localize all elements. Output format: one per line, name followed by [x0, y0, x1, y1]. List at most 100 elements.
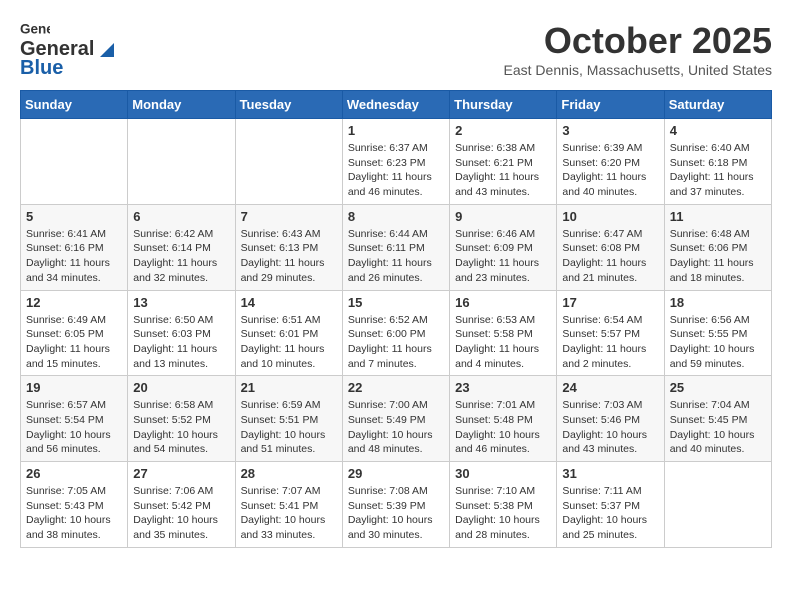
- calendar-cell: [664, 462, 771, 548]
- day-info: Sunrise: 6:42 AM Sunset: 6:14 PM Dayligh…: [133, 227, 229, 286]
- day-info: Sunrise: 7:10 AM Sunset: 5:38 PM Dayligh…: [455, 484, 551, 543]
- day-number: 7: [241, 209, 337, 224]
- day-info: Sunrise: 6:46 AM Sunset: 6:09 PM Dayligh…: [455, 227, 551, 286]
- calendar-cell: 16 Sunrise: 6:53 AM Sunset: 5:58 PM Dayli…: [450, 290, 557, 376]
- calendar-cell: 10Sunrise: 6:47 AM Sunset: 6:08 PM Dayli…: [557, 204, 664, 290]
- calendar-week-2: 5 Sunrise: 6:41 AM Sunset: 6:16 PM Daylig…: [21, 204, 772, 290]
- weekday-header-thursday: Thursday: [450, 91, 557, 119]
- weekday-header-friday: Friday: [557, 91, 664, 119]
- day-number: 30: [455, 466, 551, 481]
- calendar-week-1: 1 Sunrise: 6:37 AM Sunset: 6:23 PM Daylig…: [21, 119, 772, 205]
- day-number: 12: [26, 295, 122, 310]
- day-info: Sunrise: 6:48 AM Sunset: 6:06 PM Dayligh…: [670, 227, 766, 286]
- day-number: 2: [455, 123, 551, 138]
- logo-blue: Blue: [20, 57, 63, 80]
- weekday-header-sunday: Sunday: [21, 91, 128, 119]
- day-number: 17: [562, 295, 658, 310]
- calendar-cell: 19 Sunrise: 6:57 AM Sunset: 5:54 PM Dayli…: [21, 376, 128, 462]
- day-number: 16: [455, 295, 551, 310]
- day-number: 21: [241, 380, 337, 395]
- day-number: 14: [241, 295, 337, 310]
- calendar-week-4: 19 Sunrise: 6:57 AM Sunset: 5:54 PM Dayli…: [21, 376, 772, 462]
- weekday-header-wednesday: Wednesday: [342, 91, 449, 119]
- day-number: 22: [348, 380, 444, 395]
- day-info: Sunrise: 7:01 AM Sunset: 5:48 PM Dayligh…: [455, 398, 551, 457]
- day-number: 23: [455, 380, 551, 395]
- day-number: 5: [26, 209, 122, 224]
- weekday-header-saturday: Saturday: [664, 91, 771, 119]
- day-number: 11: [670, 209, 766, 224]
- day-info: Sunrise: 7:07 AM Sunset: 5:41 PM Dayligh…: [241, 484, 337, 543]
- day-number: 31: [562, 466, 658, 481]
- day-info: Sunrise: 6:54 AM Sunset: 5:57 PM Dayligh…: [562, 313, 658, 372]
- weekday-header-row: SundayMondayTuesdayWednesdayThursdayFrid…: [21, 91, 772, 119]
- day-info: Sunrise: 6:57 AM Sunset: 5:54 PM Dayligh…: [26, 398, 122, 457]
- calendar-cell: 17 Sunrise: 6:54 AM Sunset: 5:57 PM Dayli…: [557, 290, 664, 376]
- day-info: Sunrise: 6:56 AM Sunset: 5:55 PM Dayligh…: [670, 313, 766, 372]
- calendar-cell: 7 Sunrise: 6:43 AM Sunset: 6:13 PM Daylig…: [235, 204, 342, 290]
- day-info: Sunrise: 7:04 AM Sunset: 5:45 PM Dayligh…: [670, 398, 766, 457]
- day-number: 10: [562, 209, 658, 224]
- day-info: Sunrise: 6:49 AM Sunset: 6:05 PM Dayligh…: [26, 313, 122, 372]
- calendar-cell: 28 Sunrise: 7:07 AM Sunset: 5:41 PM Dayli…: [235, 462, 342, 548]
- calendar-cell: 5 Sunrise: 6:41 AM Sunset: 6:16 PM Daylig…: [21, 204, 128, 290]
- day-number: 26: [26, 466, 122, 481]
- day-info: Sunrise: 7:03 AM Sunset: 5:46 PM Dayligh…: [562, 398, 658, 457]
- calendar-cell: 4 Sunrise: 6:40 AM Sunset: 6:18 PM Daylig…: [664, 119, 771, 205]
- calendar-cell: 22Sunrise: 7:00 AM Sunset: 5:49 PM Dayli…: [342, 376, 449, 462]
- calendar-cell: 2 Sunrise: 6:38 AM Sunset: 6:21 PM Daylig…: [450, 119, 557, 205]
- calendar-cell: 24Sunrise: 7:03 AM Sunset: 5:46 PM Dayli…: [557, 376, 664, 462]
- day-info: Sunrise: 6:41 AM Sunset: 6:16 PM Dayligh…: [26, 227, 122, 286]
- day-info: Sunrise: 6:37 AM Sunset: 6:23 PM Dayligh…: [348, 141, 444, 200]
- calendar-cell: 12 Sunrise: 6:49 AM Sunset: 6:05 PM Dayli…: [21, 290, 128, 376]
- svg-text:General: General: [20, 22, 50, 37]
- day-number: 1: [348, 123, 444, 138]
- day-info: Sunrise: 6:38 AM Sunset: 6:21 PM Dayligh…: [455, 141, 551, 200]
- calendar-cell: 25 Sunrise: 7:04 AM Sunset: 5:45 PM Dayli…: [664, 376, 771, 462]
- calendar-cell: 23 Sunrise: 7:01 AM Sunset: 5:48 PM Dayli…: [450, 376, 557, 462]
- calendar-cell: 20Sunrise: 6:58 AM Sunset: 5:52 PM Dayli…: [128, 376, 235, 462]
- day-number: 9: [455, 209, 551, 224]
- day-number: 20: [133, 380, 229, 395]
- calendar-cell: 15Sunrise: 6:52 AM Sunset: 6:00 PM Dayli…: [342, 290, 449, 376]
- day-info: Sunrise: 6:51 AM Sunset: 6:01 PM Dayligh…: [241, 313, 337, 372]
- calendar-cell: 29 Sunrise: 7:08 AM Sunset: 5:39 PM Dayli…: [342, 462, 449, 548]
- day-info: Sunrise: 7:08 AM Sunset: 5:39 PM Dayligh…: [348, 484, 444, 543]
- day-info: Sunrise: 6:53 AM Sunset: 5:58 PM Dayligh…: [455, 313, 551, 372]
- calendar-cell: 26 Sunrise: 7:05 AM Sunset: 5:43 PM Dayli…: [21, 462, 128, 548]
- calendar-cell: [235, 119, 342, 205]
- day-info: Sunrise: 7:11 AM Sunset: 5:37 PM Dayligh…: [562, 484, 658, 543]
- day-number: 28: [241, 466, 337, 481]
- calendar-cell: 31 Sunrise: 7:11 AM Sunset: 5:37 PM Dayli…: [557, 462, 664, 548]
- day-number: 15: [348, 295, 444, 310]
- day-info: Sunrise: 6:50 AM Sunset: 6:03 PM Dayligh…: [133, 313, 229, 372]
- calendar-cell: [21, 119, 128, 205]
- weekday-header-tuesday: Tuesday: [235, 91, 342, 119]
- calendar-week-3: 12 Sunrise: 6:49 AM Sunset: 6:05 PM Dayli…: [21, 290, 772, 376]
- day-number: 27: [133, 466, 229, 481]
- day-number: 19: [26, 380, 122, 395]
- day-info: Sunrise: 6:39 AM Sunset: 6:20 PM Dayligh…: [562, 141, 658, 200]
- location: East Dennis, Massachusetts, United State…: [504, 62, 772, 78]
- calendar-cell: 6Sunrise: 6:42 AM Sunset: 6:14 PM Daylig…: [128, 204, 235, 290]
- month-title: October 2025: [504, 20, 772, 62]
- calendar-cell: 11 Sunrise: 6:48 AM Sunset: 6:06 PM Dayli…: [664, 204, 771, 290]
- day-number: 25: [670, 380, 766, 395]
- day-info: Sunrise: 7:06 AM Sunset: 5:42 PM Dayligh…: [133, 484, 229, 543]
- day-info: Sunrise: 7:05 AM Sunset: 5:43 PM Dayligh…: [26, 484, 122, 543]
- calendar-cell: 13Sunrise: 6:50 AM Sunset: 6:03 PM Dayli…: [128, 290, 235, 376]
- day-number: 4: [670, 123, 766, 138]
- day-number: 29: [348, 466, 444, 481]
- day-info: Sunrise: 6:43 AM Sunset: 6:13 PM Dayligh…: [241, 227, 337, 286]
- calendar-cell: 14 Sunrise: 6:51 AM Sunset: 6:01 PM Dayli…: [235, 290, 342, 376]
- calendar-week-5: 26 Sunrise: 7:05 AM Sunset: 5:43 PM Dayli…: [21, 462, 772, 548]
- day-info: Sunrise: 6:40 AM Sunset: 6:18 PM Dayligh…: [670, 141, 766, 200]
- day-number: 3: [562, 123, 658, 138]
- calendar-table: SundayMondayTuesdayWednesdayThursdayFrid…: [20, 90, 772, 548]
- day-number: 18: [670, 295, 766, 310]
- page-header: General General Blue October 2025 East D…: [20, 20, 772, 80]
- calendar-cell: [128, 119, 235, 205]
- calendar-cell: 30 Sunrise: 7:10 AM Sunset: 5:38 PM Dayli…: [450, 462, 557, 548]
- logo: General General Blue: [20, 20, 120, 80]
- calendar-cell: 9 Sunrise: 6:46 AM Sunset: 6:09 PM Daylig…: [450, 204, 557, 290]
